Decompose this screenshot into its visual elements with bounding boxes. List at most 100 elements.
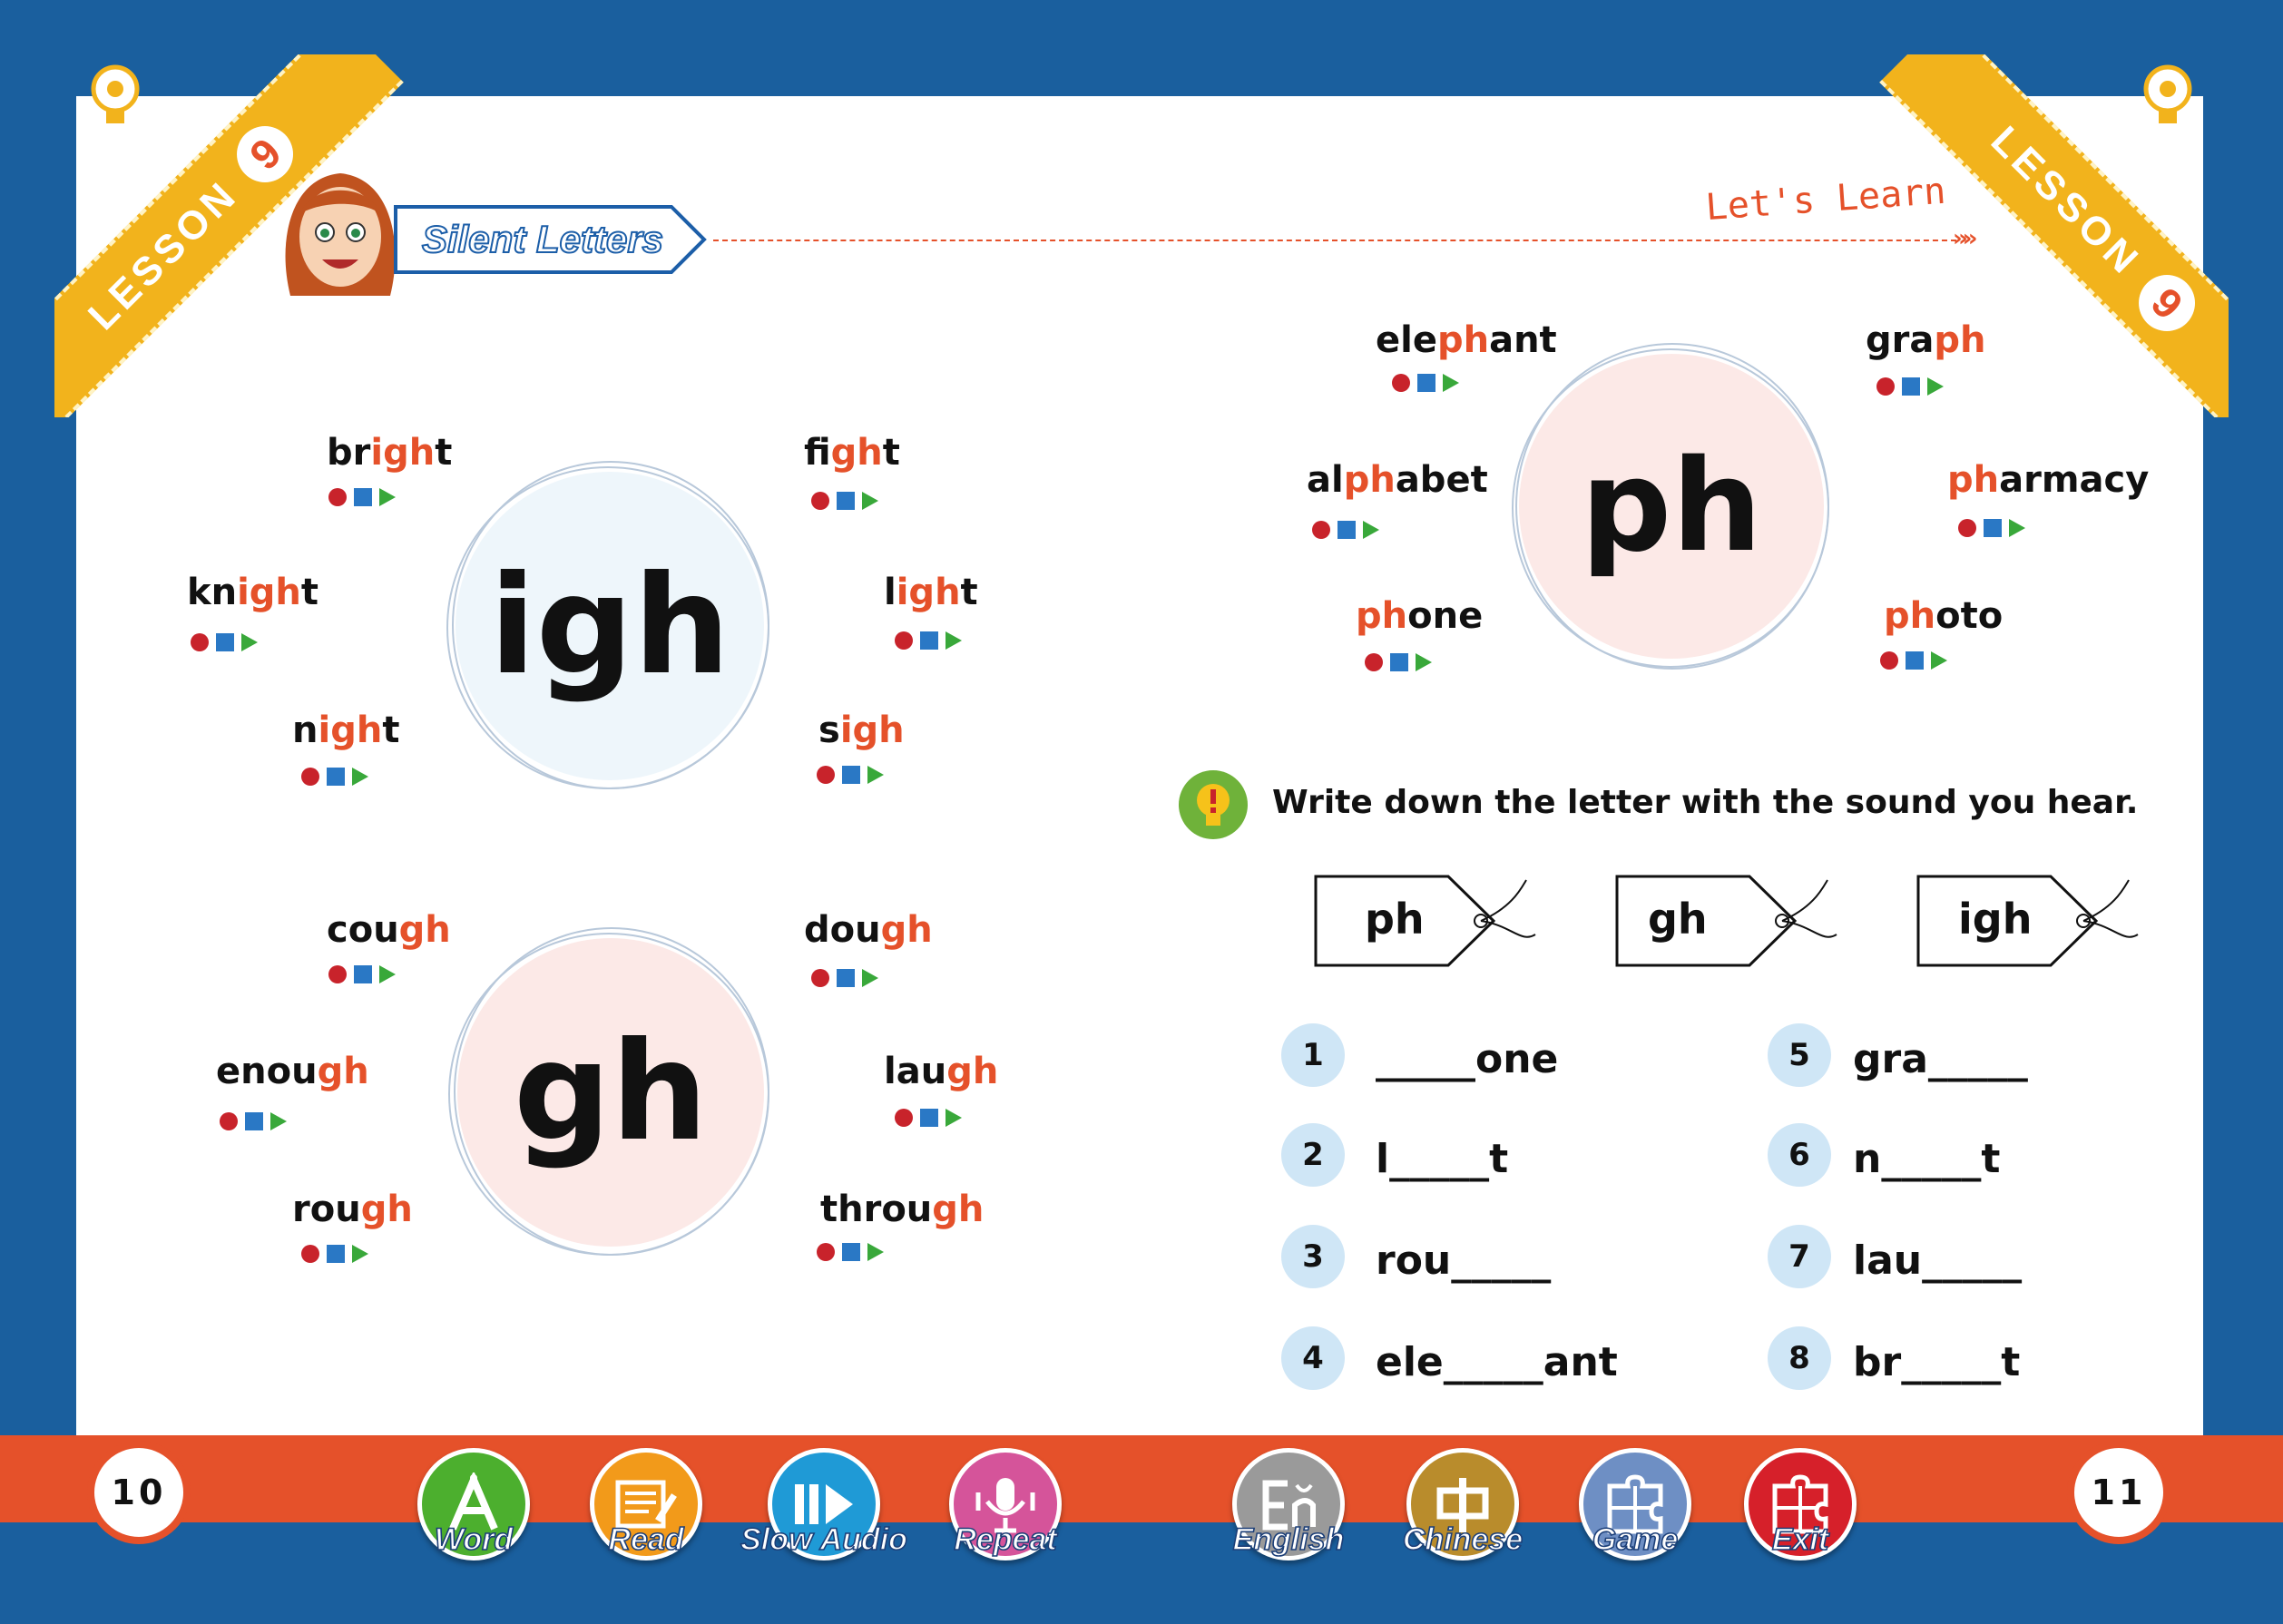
record-icon[interactable] <box>1365 653 1383 671</box>
play-icon[interactable] <box>1927 377 1944 396</box>
record-icon[interactable] <box>1392 374 1410 392</box>
lightbulb-icon[interactable] <box>87 62 143 132</box>
question-blank[interactable]: gra_____ <box>1853 1036 2028 1082</box>
record-icon[interactable] <box>328 965 347 983</box>
stop-icon[interactable] <box>1902 377 1920 396</box>
play-icon[interactable] <box>270 1112 287 1130</box>
play-icon[interactable] <box>1931 651 1947 670</box>
record-icon[interactable] <box>817 766 835 784</box>
play-icon[interactable] <box>2009 519 2025 537</box>
record-icon[interactable] <box>817 1243 835 1261</box>
stop-icon[interactable] <box>245 1112 263 1130</box>
question-number: 8 <box>1768 1326 1831 1390</box>
question-blank[interactable]: rou_____ <box>1376 1238 1551 1284</box>
audio-controls <box>191 633 258 651</box>
record-icon[interactable] <box>191 633 209 651</box>
slow-audio-button[interactable]: Slow Audio <box>740 1448 908 1575</box>
question-blank[interactable]: _____one <box>1376 1036 1558 1082</box>
stop-icon[interactable] <box>354 965 372 983</box>
record-icon[interactable] <box>811 492 829 510</box>
exit-button[interactable]: Exit <box>1737 1448 1864 1575</box>
play-icon[interactable] <box>352 768 368 786</box>
question-blank[interactable]: l_____t <box>1376 1136 1508 1182</box>
play-icon[interactable] <box>946 1109 962 1127</box>
record-icon[interactable] <box>895 1109 913 1127</box>
word-knight: knight <box>187 572 319 613</box>
word-phone: phone <box>1356 595 1484 637</box>
girl-avatar <box>285 173 396 296</box>
question-number: 3 <box>1281 1225 1345 1288</box>
play-icon[interactable] <box>862 969 878 987</box>
question-blank[interactable]: lau_____ <box>1853 1238 2022 1284</box>
record-icon[interactable] <box>811 969 829 987</box>
stop-icon[interactable] <box>216 633 234 651</box>
question-number: 6 <box>1768 1123 1831 1187</box>
play-icon[interactable] <box>1416 653 1432 671</box>
play-icon[interactable] <box>379 965 396 983</box>
stop-icon[interactable] <box>842 1243 860 1261</box>
question-number: 4 <box>1281 1326 1345 1390</box>
record-icon[interactable] <box>301 1245 319 1263</box>
question-blank[interactable]: ele_____ant <box>1376 1339 1618 1385</box>
record-icon[interactable] <box>895 631 913 650</box>
word-elephant: elephant <box>1376 319 1557 361</box>
play-icon[interactable] <box>1363 521 1379 539</box>
ph-sound-circle[interactable]: ph <box>1512 343 1829 670</box>
stop-icon[interactable] <box>327 1245 345 1263</box>
record-icon[interactable] <box>328 488 347 506</box>
play-icon[interactable] <box>862 492 878 510</box>
audio-controls <box>1392 374 1459 392</box>
play-icon[interactable] <box>867 766 884 784</box>
english-button[interactable]: English <box>1225 1448 1352 1575</box>
word-graph: graph <box>1866 319 1986 361</box>
question-number: 2 <box>1281 1123 1345 1187</box>
slow-audio-label: Slow Audio <box>740 1521 907 1558</box>
stop-icon[interactable] <box>327 768 345 786</box>
stop-icon[interactable] <box>1984 519 2002 537</box>
stop-icon[interactable] <box>837 492 855 510</box>
play-icon[interactable] <box>352 1245 368 1263</box>
chinese-button[interactable]: Chinese <box>1399 1448 1526 1575</box>
record-icon[interactable] <box>1958 519 1976 537</box>
page-number-right: 11 <box>2067 1441 2170 1544</box>
stop-icon[interactable] <box>837 969 855 987</box>
word-enough: enough <box>216 1051 369 1092</box>
audio-controls <box>1958 519 2025 537</box>
word-button[interactable]: Word <box>410 1448 537 1575</box>
stop-icon[interactable] <box>1906 651 1924 670</box>
stop-icon[interactable] <box>1337 521 1356 539</box>
repeat-button[interactable]: Repeat <box>942 1448 1069 1575</box>
question-blank[interactable]: br_____t <box>1853 1339 2020 1385</box>
record-icon[interactable] <box>1876 377 1895 396</box>
record-icon[interactable] <box>301 768 319 786</box>
read-button[interactable]: Read <box>583 1448 710 1575</box>
question-number: 5 <box>1768 1023 1831 1087</box>
igh-sound-circle[interactable]: igh <box>446 461 769 789</box>
play-icon[interactable] <box>379 488 396 506</box>
igh-label: igh <box>489 547 730 705</box>
stop-icon[interactable] <box>920 1109 938 1127</box>
gh-sound-circle[interactable]: gh <box>448 927 769 1256</box>
play-icon[interactable] <box>867 1243 884 1261</box>
record-icon[interactable] <box>1880 651 1898 670</box>
play-icon[interactable] <box>241 633 258 651</box>
audio-controls <box>1365 653 1432 671</box>
audio-controls <box>1312 521 1379 539</box>
question-blank[interactable]: n_____t <box>1853 1136 2000 1182</box>
stop-icon[interactable] <box>842 766 860 784</box>
play-icon[interactable] <box>946 631 962 650</box>
stop-icon[interactable] <box>1417 374 1435 392</box>
lightbulb-icon[interactable] <box>2140 62 2196 132</box>
stop-icon[interactable] <box>354 488 372 506</box>
audio-controls <box>895 1109 962 1127</box>
stop-icon[interactable] <box>1390 653 1408 671</box>
lesson-number: 9 <box>2127 263 2208 344</box>
game-button[interactable]: Game <box>1572 1448 1699 1575</box>
record-icon[interactable] <box>1312 521 1330 539</box>
exit-label: Exit <box>1771 1521 1829 1558</box>
stop-icon[interactable] <box>920 631 938 650</box>
tag-label: igh <box>1958 895 2033 944</box>
play-icon[interactable] <box>1443 374 1459 392</box>
record-icon[interactable] <box>220 1112 238 1130</box>
english-label: English <box>1232 1521 1345 1558</box>
